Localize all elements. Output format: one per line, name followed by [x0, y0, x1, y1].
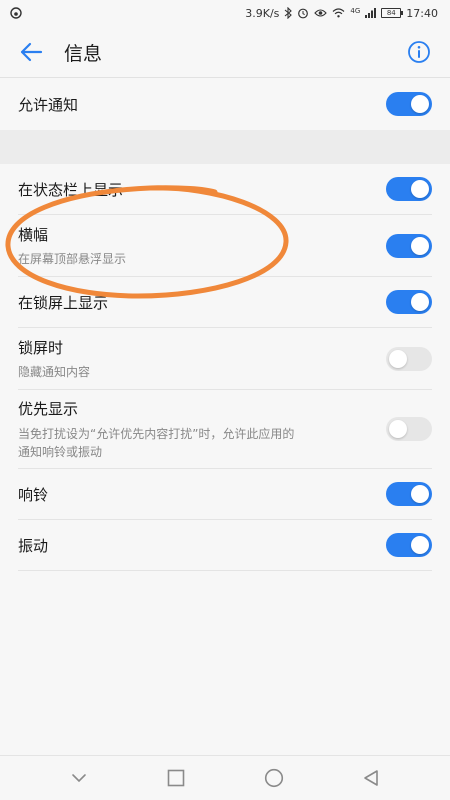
- back-button[interactable]: [18, 39, 44, 65]
- ringtone-toggle[interactable]: [386, 482, 432, 506]
- app-notification-icon: [10, 7, 22, 19]
- toggle-knob: [411, 180, 429, 198]
- toggle-knob: [411, 485, 429, 503]
- toggle-knob: [411, 236, 429, 255]
- app-bar: 信息: [0, 26, 450, 78]
- allow-notifications-toggle[interactable]: [386, 92, 432, 116]
- setting-allow-notifications-title: 允许通知: [18, 95, 79, 114]
- setting-allow-notifications[interactable]: 允许通知: [18, 78, 432, 130]
- nav-collapse-button[interactable]: [59, 758, 99, 798]
- setting-lock-screen-display[interactable]: 在锁屏上显示: [18, 277, 432, 327]
- bluetooth-icon: [285, 7, 293, 19]
- setting-lock-screen-display-title: 在锁屏上显示: [18, 293, 109, 312]
- priority-display-toggle[interactable]: [386, 417, 432, 441]
- divider: [18, 570, 432, 571]
- setting-banner[interactable]: 横幅 在屏幕顶部悬浮显示: [18, 215, 432, 276]
- setting-ringtone-title: 响铃: [18, 485, 49, 504]
- clock: 17:40: [406, 6, 438, 20]
- page-title: 信息: [64, 42, 103, 65]
- nav-back-button[interactable]: [351, 758, 391, 798]
- info-icon: [408, 41, 430, 63]
- chevron-down-icon: [71, 774, 86, 783]
- navigation-bar: [0, 755, 450, 800]
- setting-priority-display-subtitle-1: 当免打扰设为“允许优先内容打扰”时，允许此应用的: [18, 426, 295, 441]
- setting-priority-display[interactable]: 优先显示 当免打扰设为“允许优先内容打扰”时，允许此应用的 通知响铃或振动: [18, 390, 432, 468]
- section-gap: [0, 130, 450, 164]
- setting-ringtone[interactable]: 响铃: [18, 469, 432, 519]
- triangle-back-icon: [364, 770, 379, 786]
- square-icon: [167, 769, 185, 787]
- setting-priority-display-title: 优先显示: [18, 399, 79, 418]
- nav-home-button[interactable]: [254, 758, 294, 798]
- lock-screen-time-toggle[interactable]: [386, 346, 432, 371]
- setting-banner-title: 横幅: [18, 225, 49, 244]
- setting-vibration[interactable]: 振动: [18, 520, 432, 570]
- toggle-knob: [411, 536, 429, 554]
- battery-level: 84: [386, 9, 396, 17]
- setting-lock-screen-time-subtitle: 隐藏通知内容: [18, 364, 91, 379]
- nav-recents-button[interactable]: [156, 758, 196, 798]
- signal-icon: [365, 8, 377, 18]
- network-type: 4G: [350, 6, 361, 15]
- setting-lock-screen-time[interactable]: 锁屏时 隐藏通知内容: [18, 328, 432, 389]
- status-bar: 3.9K/s 4G 84 17:40: [0, 0, 450, 26]
- setting-banner-subtitle: 在屏幕顶部悬浮显示: [18, 251, 127, 266]
- setting-status-bar-display-title: 在状态栏上显示: [18, 180, 124, 199]
- info-button[interactable]: [406, 39, 432, 65]
- toggle-knob: [389, 349, 407, 368]
- eye-icon: [314, 9, 328, 17]
- network-speed: 3.9K/s: [245, 6, 280, 20]
- banner-toggle[interactable]: [386, 233, 432, 258]
- battery-icon: 84: [381, 8, 404, 18]
- circle-icon: [264, 768, 283, 788]
- vibration-toggle[interactable]: [386, 533, 432, 557]
- toggle-knob: [411, 293, 429, 311]
- setting-lock-screen-time-title: 锁屏时: [18, 338, 64, 357]
- setting-vibration-title: 振动: [18, 536, 49, 555]
- toggle-knob: [389, 420, 407, 438]
- status-bar-display-toggle[interactable]: [386, 177, 432, 201]
- toggle-knob: [411, 95, 429, 113]
- setting-priority-display-subtitle-2: 通知响铃或振动: [18, 444, 103, 459]
- setting-status-bar-display[interactable]: 在状态栏上显示: [18, 164, 432, 214]
- arrow-left-icon: [20, 42, 43, 62]
- alarm-icon: [298, 8, 309, 19]
- wifi-icon: [333, 8, 345, 18]
- lock-screen-display-toggle[interactable]: [386, 290, 432, 314]
